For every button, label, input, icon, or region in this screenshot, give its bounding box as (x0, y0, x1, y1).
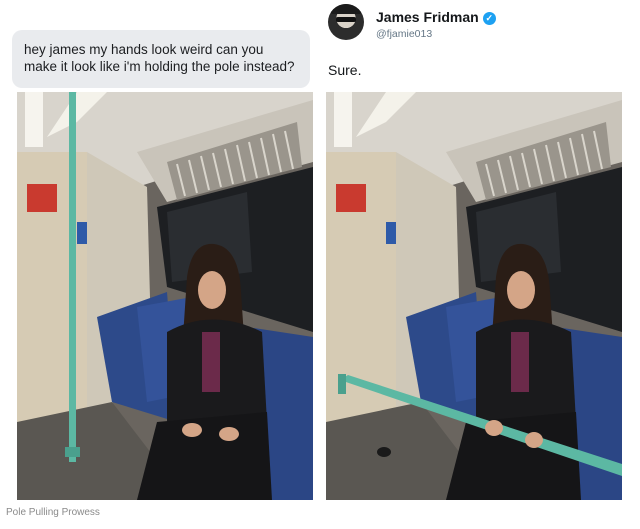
request-message-text: hey james my hands look weird can you ma… (24, 42, 295, 74)
request-message-bubble: hey james my hands look weird can you ma… (12, 30, 310, 88)
author-name[interactable]: James Fridman ✓ (376, 9, 496, 25)
edited-photo[interactable] (326, 92, 622, 500)
avatar-icon[interactable] (328, 4, 364, 40)
reply-text: Sure. (328, 62, 362, 78)
verified-badge-icon: ✓ (482, 12, 496, 25)
vertical-pole (69, 92, 76, 462)
original-photo[interactable] (17, 92, 313, 500)
author-handle[interactable]: @fjamie013 (376, 28, 432, 40)
edited-subway-image (326, 92, 622, 500)
response-panel: James Fridman ✓ @fjamie013 Sure. (320, 0, 630, 529)
author-name-text: James Fridman (376, 9, 479, 25)
pole-hole (377, 447, 391, 457)
request-panel: hey james my hands look weird can you ma… (0, 0, 313, 529)
original-subway-image (17, 92, 313, 500)
source-caption: Pole Pulling Prowess (6, 507, 100, 518)
